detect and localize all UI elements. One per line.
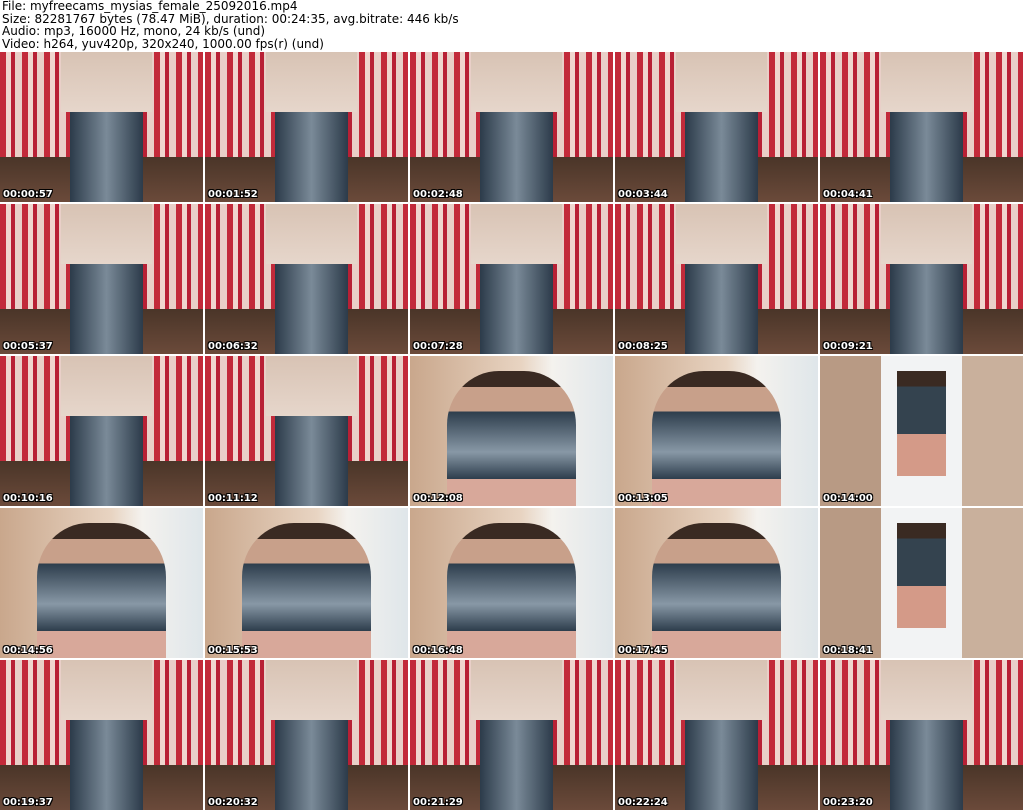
video-thumbnail: 00:03:44: [615, 52, 818, 202]
video-thumbnail: 00:17:45: [615, 508, 818, 658]
video-thumbnail: 00:15:53: [205, 508, 408, 658]
video-thumbnail: 00:08:25: [615, 204, 818, 354]
timestamp-label: 00:18:41: [823, 645, 873, 656]
video-thumbnail: 00:02:48: [410, 52, 613, 202]
video-thumbnail: 00:20:32: [205, 660, 408, 810]
timestamp-label: 00:14:56: [3, 645, 53, 656]
video-thumbnail: 00:11:12: [205, 356, 408, 506]
timestamp-label: 00:09:21: [823, 341, 873, 352]
video-thumbnail: 00:14:56: [0, 508, 203, 658]
timestamp-label: 00:22:24: [618, 797, 668, 808]
timestamp-label: 00:15:53: [208, 645, 258, 656]
video-thumbnail: 00:23:20: [820, 660, 1023, 810]
timestamp-label: 00:19:37: [3, 797, 53, 808]
video-thumbnail: 00:06:32: [205, 204, 408, 354]
video-thumbnail: 00:21:29: [410, 660, 613, 810]
video-thumbnail: 00:04:41: [820, 52, 1023, 202]
video-thumbnail: 00:00:57: [0, 52, 203, 202]
timestamp-label: 00:13:05: [618, 493, 668, 504]
video-thumbnail: 00:10:16: [0, 356, 203, 506]
timestamp-label: 00:07:28: [413, 341, 463, 352]
file-name: File: myfreecams_mysias_female_25092016.…: [2, 0, 298, 13]
timestamp-label: 00:00:57: [3, 189, 53, 200]
video-thumbnail: 00:12:08: [410, 356, 613, 506]
audio-info: Audio: mp3, 16000 Hz, mono, 24 kb/s (und…: [2, 24, 266, 38]
timestamp-label: 00:16:48: [413, 645, 463, 656]
timestamp-label: 00:02:48: [413, 189, 463, 200]
timestamp-label: 00:06:32: [208, 341, 258, 352]
timestamp-label: 00:17:45: [618, 645, 668, 656]
video-info: Video: h264, yuv420p, 320x240, 1000.00 f…: [2, 36, 324, 51]
video-thumbnail: 00:13:05: [615, 356, 818, 506]
video-thumbnail: 00:09:21: [820, 204, 1023, 354]
video-thumbnail: 00:16:48: [410, 508, 613, 658]
timestamp-label: 00:11:12: [208, 493, 258, 504]
video-thumbnail: 00:14:00: [820, 356, 1023, 506]
timestamp-label: 00:10:16: [3, 493, 53, 504]
video-thumbnail: 00:19:37: [0, 660, 203, 810]
timestamp-label: 00:23:20: [823, 797, 873, 808]
file-info-header: File: myfreecams_mysias_female_25092016.…: [2, 0, 459, 50]
timestamp-label: 00:12:08: [413, 493, 463, 504]
timestamp-label: 00:08:25: [618, 341, 668, 352]
timestamp-label: 00:05:37: [3, 341, 53, 352]
video-thumbnail: 00:05:37: [0, 204, 203, 354]
thumbnail-grid: 00:00:57 00:01:52 00:02:48 00:03:44 00:04:41…: [0, 52, 1024, 811]
timestamp-label: 00:03:44: [618, 189, 668, 200]
video-thumbnail: 00:01:52: [205, 52, 408, 202]
timestamp-label: 00:01:52: [208, 189, 258, 200]
timestamp-label: 00:21:29: [413, 797, 463, 808]
timestamp-label: 00:20:32: [208, 797, 258, 808]
video-thumbnail: 00:07:28: [410, 204, 613, 354]
timestamp-label: 00:14:00: [823, 493, 873, 504]
video-thumbnail: 00:22:24: [615, 660, 818, 810]
video-thumbnail: 00:18:41: [820, 508, 1023, 658]
timestamp-label: 00:04:41: [823, 189, 873, 200]
